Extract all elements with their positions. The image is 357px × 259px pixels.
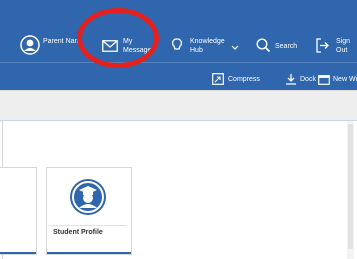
chevron-down-icon — [231, 45, 239, 50]
top-bar: Parent Nam My Messages Knowledge Hub Sea… — [0, 0, 357, 68]
user-menu[interactable]: Parent Nam — [20, 35, 100, 55]
search-label: Search — [275, 43, 298, 50]
student-profile-label: Student Profile — [53, 229, 103, 236]
sign-out-icon — [316, 38, 329, 53]
graduate-icon — [70, 179, 106, 215]
new-window-button[interactable]: New Window — [318, 72, 357, 86]
new-window-icon — [318, 75, 330, 85]
dock-button[interactable]: Dock — [285, 72, 321, 86]
search-button[interactable]: Search — [256, 36, 302, 56]
tile-partial-underline — [0, 252, 36, 254]
compress-label: Compress — [228, 76, 260, 83]
dock-icon — [286, 74, 296, 85]
user-avatar-icon — [20, 35, 40, 55]
sign-out-label-line2: Out — [336, 47, 348, 54]
dock-label: Dock — [300, 76, 316, 83]
content-header-band — [0, 90, 357, 122]
tile-partial[interactable] — [0, 167, 37, 255]
my-messages-button[interactable]: My Messages — [101, 35, 157, 57]
window-toolbar: Compress Dock New Window — [0, 68, 357, 90]
student-profile-tile[interactable]: Student Profile — [46, 167, 132, 255]
new-window-label: New Window — [333, 76, 357, 83]
tile-divider — [51, 225, 127, 226]
student-profile-underline — [47, 252, 131, 254]
lightbulb-icon — [172, 38, 182, 50]
compress-button[interactable]: Compress — [212, 72, 278, 86]
knowledge-hub-menu[interactable]: Knowledge Hub — [172, 35, 242, 57]
parent-name: Parent Nam — [43, 38, 81, 45]
knowledge-hub-label-line2: Hub — [190, 47, 203, 54]
header-divider — [0, 62, 357, 63]
vertical-scrollbar-thumb[interactable] — [348, 124, 353, 249]
compress-icon — [212, 73, 224, 85]
mail-icon — [102, 40, 118, 52]
search-icon — [256, 38, 271, 53]
my-messages-label-line2: Messages — [123, 47, 155, 54]
sign-out-button[interactable]: Sign Out — [315, 35, 357, 57]
